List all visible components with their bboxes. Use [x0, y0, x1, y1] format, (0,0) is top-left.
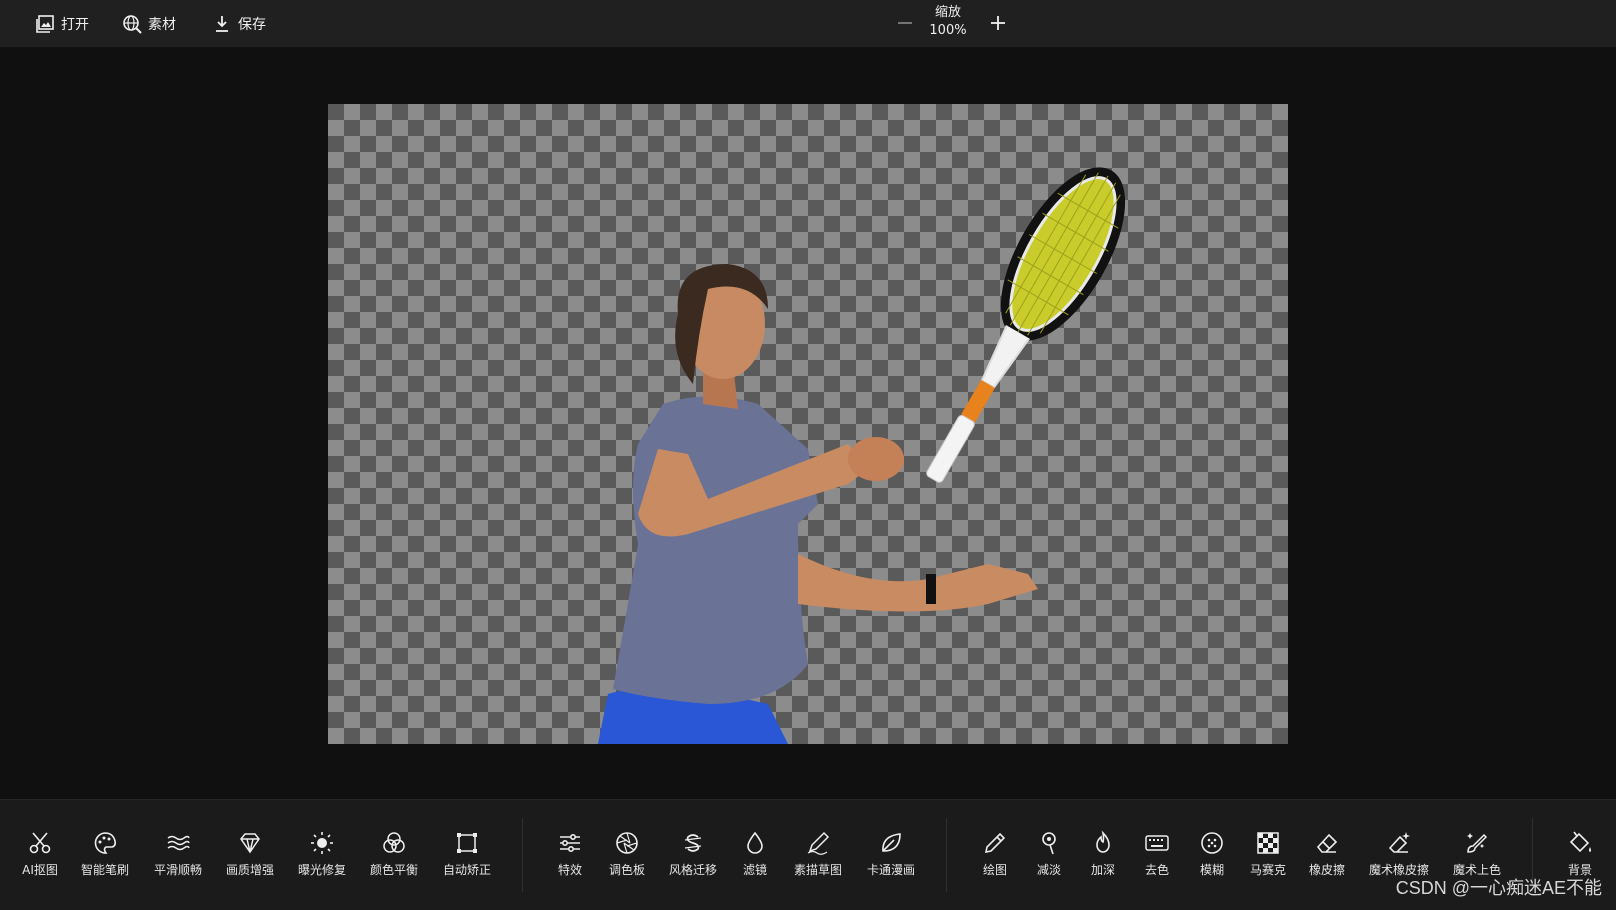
pencil-icon	[984, 832, 1006, 854]
leaf-icon	[882, 833, 901, 852]
tool-sketch[interactable]: 素描草图	[783, 830, 853, 878]
tool-magic-color[interactable]: 魔术上色	[1442, 830, 1512, 878]
waves-icon	[167, 835, 190, 851]
tool-label: 橡皮擦	[1308, 863, 1345, 877]
tool-style-transfer[interactable]: 风格迁移	[658, 830, 728, 878]
bottom-toolbar: AI抠图 智能笔刷 平滑顺畅 画质增强 曝光修复 颜色平衡 自动矫正 特效 调色…	[0, 799, 1616, 910]
download-icon	[216, 16, 228, 32]
sketch-pencil-icon	[807, 831, 830, 855]
mosaic-icon	[1257, 832, 1279, 854]
tennis-racket	[926, 167, 1126, 483]
paint-bucket-icon	[1569, 831, 1591, 853]
tennis-player-cutout	[598, 167, 1126, 744]
tool-label: 卡通漫画	[866, 863, 915, 877]
toolbar-divider	[946, 818, 947, 892]
tool-quality-enhance[interactable]: 画质增强	[215, 830, 285, 878]
eraser-icon	[1316, 833, 1338, 853]
aperture-icon	[616, 832, 638, 854]
crop-square-icon	[457, 833, 477, 853]
tool-label: 加深	[1090, 863, 1115, 877]
tool-label: 自动矫正	[442, 863, 491, 877]
zoom-value: 100%	[929, 23, 967, 38]
palette-icon	[94, 832, 116, 854]
tool-cartoon[interactable]: 卡通漫画	[856, 830, 926, 878]
tool-eraser[interactable]: 橡皮擦	[1292, 830, 1362, 878]
tool-label: 减淡	[1036, 863, 1061, 877]
tool-background[interactable]: 背景	[1545, 830, 1615, 878]
tool-label: AI抠图	[22, 863, 58, 877]
tool-label: 智能笔刷	[80, 863, 129, 877]
tool-color-balance[interactable]: 颜色平衡	[359, 830, 429, 878]
image-icon	[36, 15, 54, 33]
open-button[interactable]: 打开	[35, 12, 89, 36]
image-canvas[interactable]	[328, 104, 1288, 744]
tool-label: 曝光修复	[297, 863, 346, 877]
tool-auto-correct[interactable]: 自动矫正	[432, 830, 502, 878]
magic-brush-icon	[1467, 833, 1488, 853]
tool-palette[interactable]: 调色板	[592, 830, 662, 878]
tool-label: 特效	[557, 863, 582, 877]
zoom-indicator: 缩放 100%	[920, 4, 976, 40]
globe-search-icon	[123, 15, 142, 34]
tool-magic-eraser[interactable]: 魔术橡皮擦	[1364, 830, 1434, 878]
material-label: 素材	[148, 17, 176, 33]
tool-exposure-fix[interactable]: 曝光修复	[287, 830, 357, 878]
sliders-icon	[560, 834, 580, 852]
flame-icon	[1096, 830, 1110, 853]
tool-label: 滤镜	[742, 863, 767, 877]
tool-label: 模糊	[1199, 863, 1224, 877]
zoom-in-button[interactable]	[986, 10, 1010, 36]
tool-label: 素描草图	[793, 863, 842, 877]
magic-eraser-icon	[1388, 832, 1410, 853]
plus-icon	[991, 16, 1005, 30]
tool-smart-brush[interactable]: 智能笔刷	[70, 830, 140, 878]
zoom-out-button[interactable]	[893, 10, 917, 36]
tool-label: 颜色平衡	[369, 863, 418, 877]
tool-label: 绘图	[982, 863, 1007, 877]
droplet-icon	[747, 831, 763, 854]
tool-label: 调色板	[608, 863, 645, 877]
tool-ai-cutout[interactable]: AI抠图	[5, 830, 75, 878]
color-circles-icon	[383, 832, 405, 853]
tool-label: 去色	[1144, 863, 1169, 877]
toolbar-divider	[522, 818, 523, 892]
tool-label: 马赛克	[1249, 863, 1286, 877]
watermark: CSDN @一心痴迷AE不能	[1395, 878, 1602, 898]
scissors-icon	[29, 832, 51, 854]
sun-icon	[311, 832, 333, 854]
minus-icon	[898, 22, 912, 24]
tool-smooth[interactable]: 平滑顺畅	[143, 830, 213, 878]
keyboard-icon	[1145, 835, 1169, 851]
material-button[interactable]: 素材	[122, 12, 176, 36]
tool-label: 画质增强	[225, 863, 274, 877]
zoom-title: 缩放	[934, 5, 961, 20]
dodge-icon	[1042, 832, 1056, 855]
diamond-icon	[240, 833, 260, 854]
save-button[interactable]: 保存	[212, 12, 266, 36]
workspace	[0, 47, 1616, 799]
tool-label: 平滑顺畅	[153, 863, 202, 877]
dollar-style-icon	[684, 834, 702, 852]
blur-circle-icon	[1201, 832, 1223, 854]
tool-label: 风格迁移	[668, 863, 717, 877]
save-label: 保存	[238, 17, 266, 33]
open-label: 打开	[61, 17, 89, 33]
top-toolbar: 打开 素材 保存 缩放 100%	[0, 0, 1616, 48]
tool-filter[interactable]: 滤镜	[720, 830, 790, 878]
